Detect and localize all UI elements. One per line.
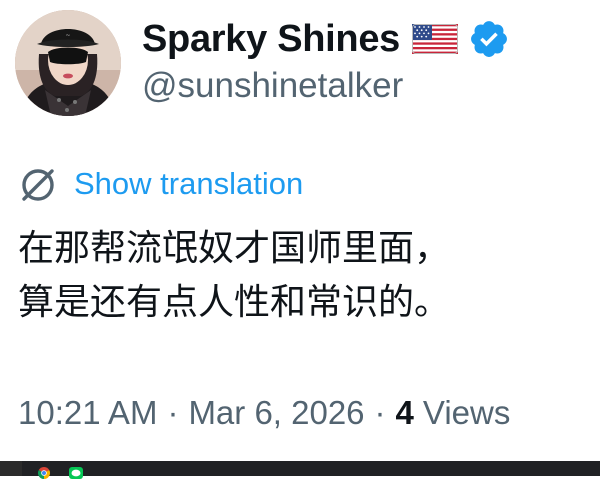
avatar-image: ~	[15, 10, 121, 116]
globe-icon	[18, 163, 60, 205]
taskbar	[0, 461, 600, 479]
chrome-icon[interactable]	[37, 464, 51, 479]
tweet-text-line: 在那帮流氓奴才国师里面，	[18, 228, 451, 269]
tweet-meta: 10:21 AM · Mar 6, 2026 · 4 Views	[18, 390, 510, 436]
tweet-text: 在那帮流氓奴才国师里面， 算是还有点人性和常识的。	[18, 222, 588, 330]
meta-separator: ·	[167, 394, 179, 431]
tweet-time[interactable]: 10:21 AM	[18, 394, 157, 432]
tweet-date[interactable]: Mar 6, 2026	[188, 394, 364, 432]
author-handle[interactable]: @sunshinetalker	[142, 66, 403, 106]
svg-text:~: ~	[65, 32, 70, 39]
author-name-row: Sparky Shines	[142, 14, 510, 64]
us-flag-icon	[412, 24, 458, 54]
verified-badge-icon[interactable]	[468, 18, 510, 60]
show-translation-label: Show translation	[74, 166, 304, 201]
views-label: Views	[422, 394, 511, 431]
avatar[interactable]: ~	[15, 10, 121, 116]
line-app-icon[interactable]	[69, 464, 83, 479]
author-display-name[interactable]: Sparky Shines	[142, 18, 400, 61]
taskbar-start[interactable]	[0, 461, 22, 476]
meta-separator: ·	[374, 394, 386, 431]
views-count: 4	[395, 394, 414, 431]
tweet-text-line: 算是还有点人性和常识的。	[18, 282, 451, 323]
show-translation-button[interactable]: Show translation	[18, 160, 303, 208]
